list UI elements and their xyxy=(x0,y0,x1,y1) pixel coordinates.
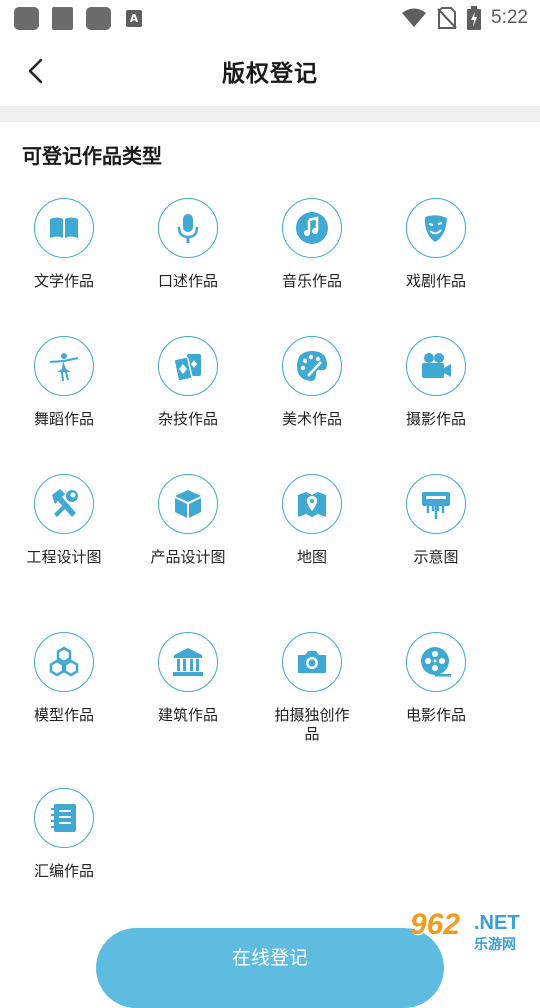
site-watermark: 962 .NET 乐游网 xyxy=(406,908,534,956)
work-type-original-shooting[interactable]: 拍摄独创作品 xyxy=(250,632,374,744)
section-title: 可登记作品类型 xyxy=(22,144,162,168)
no-sim-icon xyxy=(437,7,457,29)
wifi-icon xyxy=(402,8,427,27)
map-icon xyxy=(298,492,326,517)
page-title: 版权登记 xyxy=(222,61,318,87)
notification-icon xyxy=(86,7,111,30)
palette-icon xyxy=(297,351,327,381)
notebook-icon xyxy=(51,804,76,832)
work-type-oral[interactable]: 口述作品 xyxy=(126,198,250,291)
divider xyxy=(0,106,540,122)
building-icon xyxy=(173,648,203,676)
work-type-label: 舞蹈作品 xyxy=(33,410,94,428)
theater-mask-icon xyxy=(424,215,447,242)
work-type-label: 戏剧作品 xyxy=(405,272,466,290)
watermark-site-name: 乐游网 xyxy=(474,937,516,953)
work-type-film[interactable]: 电影作品 xyxy=(374,632,498,725)
work-type-product-design[interactable]: 产品设计图 xyxy=(126,474,250,567)
notification-icon xyxy=(14,7,39,30)
camera-icon xyxy=(298,651,326,673)
dancer-icon xyxy=(49,353,79,382)
work-type-label: 产品设计图 xyxy=(150,548,226,566)
microphone-icon xyxy=(177,214,199,243)
music-note-icon xyxy=(296,212,328,244)
work-type-label: 美术作品 xyxy=(281,410,342,428)
work-type-map[interactable]: 地图 xyxy=(250,474,374,567)
work-type-music[interactable]: 音乐作品 xyxy=(250,198,374,291)
work-type-label: 汇编作品 xyxy=(33,862,94,880)
hammer-wrench-icon xyxy=(52,489,78,517)
video-camera-icon xyxy=(422,353,451,378)
work-type-label: 示意图 xyxy=(413,548,459,566)
work-type-model[interactable]: 模型作品 xyxy=(2,632,126,725)
work-type-label: 模型作品 xyxy=(33,706,94,724)
work-type-label: 口述作品 xyxy=(157,272,218,290)
online-register-button[interactable]: 在线登记 xyxy=(96,928,444,1008)
work-type-label: 地图 xyxy=(296,548,327,566)
battery-charging-icon xyxy=(467,6,482,30)
navigation-header: 版权登记 xyxy=(0,36,540,106)
watermark-number: 962 xyxy=(410,908,461,941)
work-type-compilation[interactable]: 汇编作品 xyxy=(2,788,126,881)
film-reel-icon xyxy=(421,647,451,677)
work-type-label: 杂技作品 xyxy=(157,410,218,428)
work-type-label: 拍摄独创作品 xyxy=(274,706,350,743)
work-type-photography[interactable]: 摄影作品 xyxy=(374,336,498,429)
work-type-schematic[interactable]: 示意图 xyxy=(374,474,498,567)
clock: 5:22 xyxy=(491,7,528,28)
cards-icon xyxy=(173,354,201,382)
work-type-acrobatics[interactable]: 杂技作品 xyxy=(126,336,250,429)
notification-icon xyxy=(52,7,73,30)
work-type-label: 摄影作品 xyxy=(405,410,466,428)
cube-icon xyxy=(175,490,201,518)
work-type-engineering-design[interactable]: 工程设计图 xyxy=(2,474,126,567)
work-type-label: 音乐作品 xyxy=(281,272,342,290)
work-type-label: 建筑作品 xyxy=(157,706,218,724)
watermark-domain: .NET xyxy=(474,912,520,934)
book-icon xyxy=(46,210,82,246)
status-bar: A 5:22 xyxy=(0,0,540,36)
work-type-dance[interactable]: 舞蹈作品 xyxy=(2,336,126,429)
work-type-label: 文学作品 xyxy=(33,272,94,290)
work-type-fine-art[interactable]: 美术作品 xyxy=(250,336,374,429)
signboard-icon xyxy=(422,492,450,519)
hexagons-icon xyxy=(49,646,79,677)
work-type-drama[interactable]: 戏剧作品 xyxy=(374,198,498,291)
work-type-label: 工程设计图 xyxy=(26,548,102,566)
work-type-label: 电影作品 xyxy=(405,706,466,724)
work-type-architecture[interactable]: 建筑作品 xyxy=(126,632,250,725)
work-type-literature[interactable]: 文学作品 xyxy=(2,198,126,291)
app-notification-icon: A xyxy=(126,10,142,27)
